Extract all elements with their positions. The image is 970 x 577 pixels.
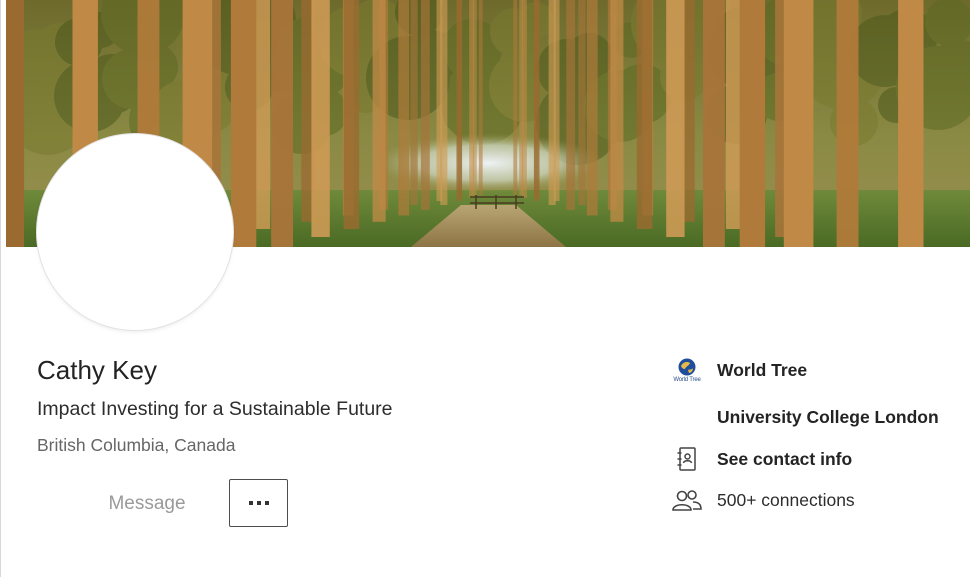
tree-trunk (586, 0, 598, 216)
tree-trunk (440, 0, 448, 205)
company-link[interactable]: World Tree (717, 360, 807, 381)
tree-trunk (456, 0, 463, 201)
connections-row[interactable]: 500+ connections (669, 485, 855, 515)
tree-trunk (230, 0, 257, 247)
tree-trunk (254, 0, 271, 229)
world-tree-logo-icon: World Tree (669, 355, 705, 385)
tree-trunk (533, 0, 540, 201)
profile-avatar[interactable] (37, 134, 233, 330)
profile-location: British Columbia, Canada (37, 435, 236, 455)
tree-trunk (566, 0, 576, 210)
tree-trunk (478, 0, 483, 196)
school-row[interactable]: University College London (669, 402, 939, 432)
more-actions-button[interactable] (229, 479, 288, 527)
tree-trunk (513, 0, 518, 196)
contact-info-row[interactable]: See contact info (669, 444, 852, 474)
tree-trunk (398, 0, 410, 216)
tree-trunk (6, 0, 25, 247)
tree-trunk (420, 0, 430, 210)
tree-trunk (666, 0, 685, 237)
tree-trunk (578, 0, 586, 205)
tree-trunk (836, 0, 859, 247)
ellipsis-icon (248, 501, 269, 505)
tree-trunk (343, 0, 360, 229)
connections-count: 500+ connections (717, 489, 855, 510)
tree-trunk (522, 0, 527, 198)
contact-info-link[interactable]: See contact info (717, 449, 852, 470)
company-logo-caption: World Tree (673, 376, 701, 383)
profile-card: Cathy Key Impact Investing for a Sustain… (0, 0, 970, 577)
tree-trunk (725, 0, 742, 229)
tree-trunk (372, 0, 386, 222)
people-icon (669, 485, 705, 515)
address-book-icon (669, 444, 705, 474)
tree-trunk (469, 0, 474, 198)
tree-trunk (311, 0, 330, 237)
tree-trunk (636, 0, 653, 229)
profile-name: Cathy Key (37, 355, 157, 385)
tree-trunk (271, 0, 294, 247)
tree-trunk (410, 0, 418, 205)
message-button[interactable]: Message (81, 482, 213, 526)
school-logo-placeholder (669, 402, 705, 432)
school-link[interactable]: University College London (717, 407, 939, 428)
company-row[interactable]: World Tree World Tree (669, 355, 807, 385)
tree-trunk (548, 0, 556, 205)
tree-trunk (610, 0, 624, 222)
profile-headline: Impact Investing for a Sustainable Futur… (37, 398, 393, 420)
tree-trunk (702, 0, 725, 247)
tree-trunk (783, 0, 814, 247)
tree-trunk (898, 0, 924, 247)
tree-trunk (739, 0, 766, 247)
